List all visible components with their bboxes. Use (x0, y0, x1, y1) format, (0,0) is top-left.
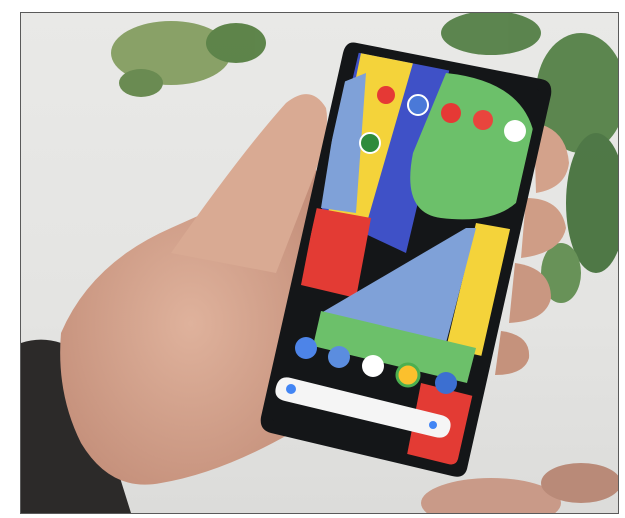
camera-dock-icon[interactable] (435, 372, 457, 394)
messages-icon[interactable] (328, 346, 350, 368)
photo-scene (21, 13, 618, 513)
mic-icon[interactable] (429, 421, 437, 429)
gmail-icon[interactable] (362, 355, 384, 377)
youtube-icon[interactable] (377, 86, 395, 104)
photos-icon[interactable] (504, 120, 526, 142)
photo-frame (20, 12, 619, 514)
chrome-icon[interactable] (395, 362, 421, 388)
phone-icon[interactable] (295, 337, 317, 359)
google-g-icon (286, 384, 296, 394)
clock-icon[interactable] (407, 94, 429, 116)
play-store-icon[interactable] (359, 132, 381, 154)
maps-icon[interactable] (473, 110, 493, 130)
camera-icon[interactable] (441, 103, 461, 123)
